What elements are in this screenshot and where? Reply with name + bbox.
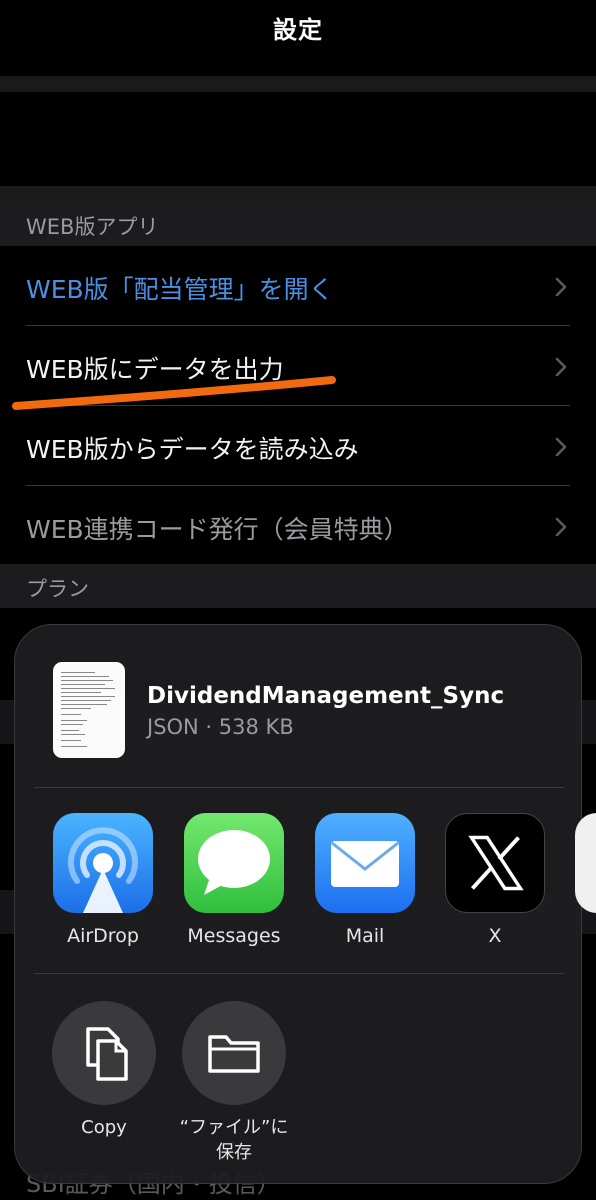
save-to-files-action[interactable]: “ファイル”に 保存 <box>180 1001 288 1165</box>
row-label: WEB版からデータを読み込み <box>26 435 359 464</box>
annotation-underline <box>12 376 336 410</box>
mail-icon <box>315 813 415 913</box>
section-separator <box>0 76 596 92</box>
section-header-web-app: WEB版アプリ <box>0 202 596 246</box>
blank-cell <box>0 92 596 186</box>
copy-action[interactable]: Copy <box>52 1001 156 1140</box>
page-title: 設定 <box>273 16 323 44</box>
section-separator <box>0 186 596 202</box>
more-apps-peek-icon[interactable] <box>575 813 596 913</box>
action-label-line: “ファイル”に <box>179 1117 289 1138</box>
settings-screen: 設定 WEB版アプリ WEB版「配当管理」を開く WEB版にデータを出力 WEB… <box>0 0 596 1200</box>
file-name: DividendManagement_Sync <box>147 683 505 709</box>
chevron-right-icon <box>555 517 567 537</box>
file-preview-thumbnail <box>53 662 125 758</box>
section-header-label: WEB版アプリ <box>26 215 159 239</box>
action-label-line: 保存 <box>216 1142 252 1163</box>
action-label: Copy <box>81 1117 127 1138</box>
folder-icon <box>182 1001 286 1105</box>
section-header-label: プラン <box>26 577 89 601</box>
share-target-label: X <box>488 925 502 947</box>
row-label: WEB連携コード発行（会員特典） <box>26 515 409 544</box>
action-label: “ファイル”に 保存 <box>164 1115 304 1165</box>
share-sheet[interactable]: DividendManagement_Sync JSON · 538 KB Ai… <box>14 624 596 1184</box>
sheet-divider <box>34 787 564 788</box>
open-web-app-row[interactable]: WEB版「配当管理」を開く <box>0 246 596 326</box>
section-header-plan: プラン <box>0 564 596 608</box>
share-target-messages[interactable]: Messages <box>184 813 284 947</box>
chevron-right-icon <box>555 357 567 377</box>
share-target-label: Messages <box>187 925 281 947</box>
share-target-airdrop[interactable]: AirDrop <box>53 813 153 947</box>
messages-icon <box>184 813 284 913</box>
share-target-label: Mail <box>345 925 385 947</box>
chevron-right-icon <box>555 437 567 457</box>
x-logo-icon <box>445 813 545 913</box>
share-target-x[interactable]: X <box>445 813 545 947</box>
row-label: WEB版「配当管理」を開く <box>26 275 334 304</box>
share-target-mail[interactable]: Mail <box>315 813 415 947</box>
import-from-web-row[interactable]: WEB版からデータを読み込み <box>0 406 596 486</box>
share-target-label: AirDrop <box>67 925 139 947</box>
copy-icon <box>52 1001 156 1105</box>
chevron-right-icon <box>555 277 567 297</box>
issue-web-link-code-row[interactable]: WEB連携コード発行（会員特典） <box>0 486 596 566</box>
airdrop-icon <box>53 813 153 913</box>
file-meta: JSON · 538 KB <box>147 715 294 739</box>
sheet-divider <box>34 973 564 974</box>
